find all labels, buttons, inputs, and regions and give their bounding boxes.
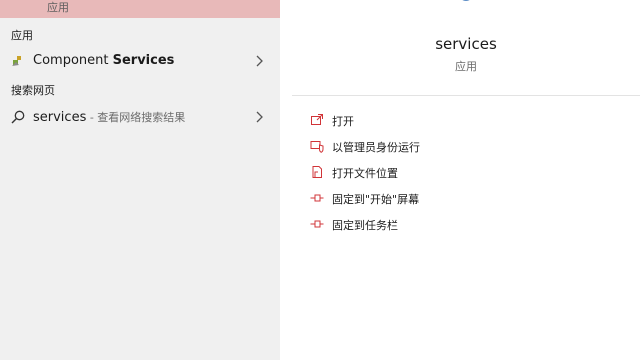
best-match-subtitle: 应用 (47, 1, 69, 14)
section-header-apps: 应用 (11, 29, 33, 42)
best-match-item[interactable]: 应用 (0, 0, 280, 18)
file-location-icon (312, 166, 322, 178)
section-header-web: 搜索网页 (11, 84, 55, 97)
action-label: 以管理员身份运行 (332, 141, 420, 154)
result-label: Component Services (33, 53, 175, 68)
action-label: 打开 (332, 115, 354, 128)
result-component-services[interactable]: Component Services (0, 47, 280, 75)
action-label: 打开文件位置 (332, 167, 398, 180)
chevron-right-icon[interactable] (254, 111, 264, 123)
action-open[interactable]: 打开 (292, 108, 640, 132)
result-label: services - 查看网络搜索结果 (33, 110, 186, 125)
divider (292, 95, 640, 96)
action-pin-to-taskbar[interactable]: 固定到任务栏 (292, 212, 640, 236)
search-results-panel: 应用 应用 Component Services 搜索网页 services -… (0, 0, 280, 360)
action-label: 固定到"开始"屏幕 (332, 193, 420, 206)
open-icon (311, 114, 323, 125)
app-name: services (435, 35, 497, 53)
pin-icon (310, 194, 324, 202)
gear-icon (462, 0, 470, 1)
chevron-right-icon[interactable] (254, 55, 264, 67)
action-label: 固定到任务栏 (332, 219, 398, 232)
result-web-search[interactable]: services - 查看网络搜索结果 (0, 103, 280, 131)
details-panel: services 应用 打开 以管理员身份运行 打开文件位置 固定到"开始"屏幕 (292, 0, 640, 360)
action-run-as-admin[interactable]: 以管理员身份运行 (292, 134, 640, 158)
app-type: 应用 (455, 60, 477, 73)
run-as-admin-icon (310, 141, 324, 153)
search-icon (11, 110, 25, 124)
action-open-file-location[interactable]: 打开文件位置 (292, 160, 640, 184)
action-pin-to-start[interactable]: 固定到"开始"屏幕 (292, 186, 640, 210)
pin-icon (310, 220, 324, 228)
component-services-icon (12, 56, 21, 66)
